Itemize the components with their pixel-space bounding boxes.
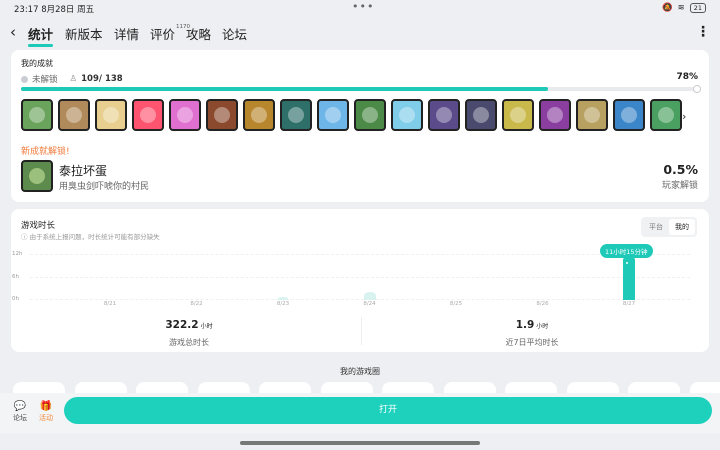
achievements-title: 我的成就 xyxy=(21,59,53,68)
achievement-icon[interactable] xyxy=(95,99,127,131)
wifi-icon: ≋ xyxy=(677,3,685,13)
trophy-icon: ♙ xyxy=(69,74,78,84)
chat-bubble-icon: 💬 xyxy=(13,401,27,412)
x-tick-label: 8/21 xyxy=(103,301,117,307)
more-options-icon[interactable]: ⋮ xyxy=(696,25,710,39)
achievement-icon[interactable] xyxy=(539,99,571,131)
achievement-icon[interactable] xyxy=(280,99,312,131)
achievement-icon[interactable] xyxy=(21,99,53,131)
tab-new-version[interactable]: 新版本 xyxy=(65,24,103,43)
open-game-button[interactable]: 打开 xyxy=(64,397,712,424)
achievement-icon[interactable] xyxy=(354,99,386,131)
achievement-icon[interactable] xyxy=(206,99,238,131)
y-tick-label: 6h xyxy=(12,274,19,280)
achievement-icon[interactable] xyxy=(243,99,275,131)
tab-details[interactable]: 详情 xyxy=(114,24,139,43)
achievement-icons-row[interactable] xyxy=(20,98,684,134)
forum-nav-label: 论坛 xyxy=(13,414,27,422)
achievement-icon[interactable] xyxy=(613,99,645,131)
playtime-note: ⓘ 由于系统上报问题，时长统计可能有部分缺失 xyxy=(21,233,160,241)
playtime-bar[interactable] xyxy=(363,292,376,300)
playtime-bar[interactable] xyxy=(278,297,288,300)
stat-divider xyxy=(361,317,362,345)
playtime-title: 游戏时长 xyxy=(21,221,56,231)
achievement-icon[interactable] xyxy=(576,99,608,131)
achievement-icon[interactable] xyxy=(502,99,534,131)
unlock-ratio: 0.5% xyxy=(663,162,698,177)
achievements-card: 我的成就 未解锁 ♙ 109/ 138 78% › 新成就解锁! 泰拉坏蛋 用臭… xyxy=(11,50,709,202)
grid-line xyxy=(30,254,690,255)
locked-label: 未解锁 xyxy=(32,75,58,85)
achievement-icon[interactable] xyxy=(428,99,460,131)
total-value: 322.2 xyxy=(165,319,199,331)
unlock-ratio-label: 玩家解锁 xyxy=(661,181,698,191)
game-circle-title: 我的游戏圈 xyxy=(340,367,380,376)
avg-value: 1.9 xyxy=(515,319,535,331)
x-tick-label: 8/25 xyxy=(449,301,463,307)
progress-end-knob xyxy=(693,85,701,93)
grid-line xyxy=(30,277,690,278)
bar-marker xyxy=(624,259,630,266)
y-tick-label: 12h xyxy=(12,251,23,257)
tab-forum[interactable]: 论坛 xyxy=(222,24,247,43)
x-tick-label: 8/26 xyxy=(536,301,549,307)
achievement-icon[interactable] xyxy=(465,99,497,131)
multitask-dots[interactable]: ••• xyxy=(352,0,374,13)
achievements-meta: 未解锁 ♙ 109/ 138 xyxy=(21,73,123,85)
tab-guides[interactable]: 攻略 xyxy=(186,24,211,43)
bug-achievement-icon[interactable] xyxy=(21,160,53,192)
activity-nav-label: 活动 xyxy=(39,414,53,422)
total-label: 游戏总时长 xyxy=(169,338,209,347)
x-tick-label: 8/23 xyxy=(276,301,290,307)
achievement-icon[interactable] xyxy=(650,99,682,131)
mute-icon: 🔕 xyxy=(662,3,673,13)
avg-unit: 小时 xyxy=(536,323,549,330)
achievement-icon[interactable] xyxy=(169,99,201,131)
segment-platform[interactable]: 平台 xyxy=(643,219,669,235)
achievement-icon[interactable] xyxy=(317,99,349,131)
segment-mine[interactable]: 我的 xyxy=(669,219,695,235)
achievement-icon[interactable] xyxy=(391,99,423,131)
x-tick-label: 8/22 xyxy=(190,301,203,307)
top-tab-bar: ‹ 统计 新版本 详情 评价1170 攻略 论坛 ⋮ xyxy=(0,18,720,47)
x-tick-label: 8/24 xyxy=(363,301,376,307)
status-icons: 🔕 ≋ 21 xyxy=(662,3,706,13)
forum-nav[interactable]: 💬 论坛 xyxy=(8,401,32,423)
back-icon[interactable]: ‹ xyxy=(10,24,24,40)
home-indicator[interactable] xyxy=(240,441,480,445)
avg-label: 近7日平均时长 xyxy=(505,338,559,347)
status-time: 23:17 8月28日 周五 xyxy=(14,5,95,15)
achievement-progress-bar xyxy=(21,85,701,93)
achievement-icon[interactable] xyxy=(58,99,90,131)
achievement-count: 109/ 138 xyxy=(81,74,123,84)
status-bar: 23:17 8月28日 周五 ••• 🔕 ≋ 21 xyxy=(0,0,720,16)
bottom-action-bar: 💬 论坛 🎁 活动 打开 xyxy=(0,393,720,433)
new-achievement-desc: 用臭虫剑吓唬你的村民 xyxy=(59,182,150,192)
battery-icon: 21 xyxy=(689,3,706,13)
gift-icon: 🎁 xyxy=(39,401,53,412)
activity-nav[interactable]: 🎁 活动 xyxy=(34,401,58,423)
avg-playtime: 1.9 小时 近7日平均时长 xyxy=(432,319,632,348)
locked-dot-icon xyxy=(21,75,28,83)
chevron-right-icon[interactable]: › xyxy=(682,110,686,123)
platform-segment[interactable]: 平台 我的 xyxy=(641,217,697,237)
new-achievement-label: 新成就解锁! xyxy=(21,147,70,157)
achievement-percent: 78% xyxy=(676,72,698,82)
bar-tooltip: 11小时15分钟 xyxy=(600,244,653,258)
y-tick-label: 0h xyxy=(12,296,19,302)
total-unit: 小时 xyxy=(200,323,213,330)
total-playtime: 322.2 小时 游戏总时长 xyxy=(89,319,289,348)
tab-reviews[interactable]: 评价1170 xyxy=(150,24,190,43)
x-tick-label: 8/27 xyxy=(622,301,636,307)
grid-line xyxy=(30,299,690,300)
achievement-progress-fill xyxy=(21,87,549,91)
new-achievement-name: 泰拉坏蛋 xyxy=(59,164,108,178)
tab-stats[interactable]: 统计 xyxy=(28,24,54,47)
achievement-icon[interactable] xyxy=(132,99,164,131)
